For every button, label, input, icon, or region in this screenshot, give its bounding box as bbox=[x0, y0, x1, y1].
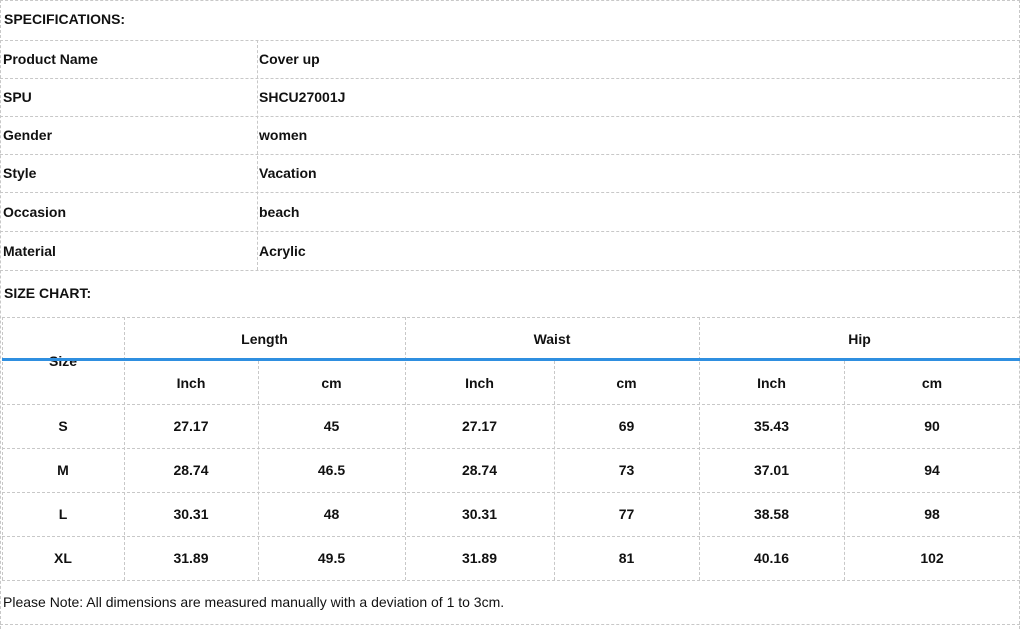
table-cell: 94 bbox=[924, 462, 940, 478]
spec-value-material: Acrylic bbox=[259, 243, 306, 259]
spec-value-style: Vacation bbox=[259, 165, 317, 181]
divider bbox=[0, 624, 1020, 625]
table-cell: 28.74 bbox=[173, 462, 209, 478]
divider bbox=[0, 231, 1020, 232]
spec-label-product-name: Product Name bbox=[3, 51, 98, 67]
table-cell: 81 bbox=[618, 550, 635, 566]
divider bbox=[0, 154, 1020, 155]
divider bbox=[2, 448, 1020, 449]
divider bbox=[2, 580, 1020, 581]
table-cell: 30.31 bbox=[173, 506, 209, 522]
unit-header: Inch bbox=[176, 375, 206, 391]
table-cell: 27.17 bbox=[173, 418, 209, 434]
table-cell: 45 bbox=[323, 418, 340, 434]
spec-value-spu: SHCU27001J bbox=[259, 89, 346, 105]
unit-header: cm bbox=[921, 375, 943, 391]
spec-label-style: Style bbox=[3, 165, 37, 181]
spec-value-occasion: beach bbox=[259, 204, 300, 220]
divider bbox=[1019, 0, 1020, 629]
divider bbox=[2, 317, 1020, 318]
size-cell: S bbox=[58, 418, 68, 434]
divider bbox=[0, 0, 1020, 1]
table-cell: 73 bbox=[618, 462, 635, 478]
table-cell: 90 bbox=[924, 418, 940, 434]
spec-value-gender: women bbox=[259, 127, 308, 143]
divider bbox=[0, 78, 1020, 79]
divider bbox=[0, 40, 1020, 41]
size-cell: L bbox=[58, 506, 68, 522]
spec-label-spu: SPU bbox=[3, 89, 32, 105]
divider bbox=[124, 317, 125, 580]
table-cell: 30.31 bbox=[461, 506, 498, 522]
table-cell: 35.43 bbox=[753, 418, 790, 434]
unit-header: cm bbox=[321, 375, 342, 391]
table-cell: 27.17 bbox=[461, 418, 498, 434]
group-header-hip: Hip bbox=[848, 331, 871, 347]
group-header-length: Length bbox=[241, 331, 288, 347]
divider bbox=[2, 536, 1020, 537]
table-cell: 49.5 bbox=[317, 550, 346, 566]
divider bbox=[2, 492, 1020, 493]
size-chart-heading: SIZE CHART: bbox=[4, 285, 92, 301]
spec-label-material: Material bbox=[3, 243, 56, 259]
size-column-header: Size bbox=[48, 353, 77, 369]
spec-value-product-name: Cover up bbox=[259, 51, 320, 67]
table-cell: 69 bbox=[618, 418, 635, 434]
table-cell: 37.01 bbox=[753, 462, 790, 478]
group-header-waist: Waist bbox=[533, 331, 571, 347]
spec-label-occasion: Occasion bbox=[3, 204, 67, 220]
table-cell: 38.58 bbox=[753, 506, 790, 522]
table-cell: 28.74 bbox=[461, 462, 498, 478]
divider bbox=[0, 116, 1020, 117]
table-cell: 77 bbox=[618, 506, 635, 522]
divider bbox=[2, 404, 1020, 405]
header-accent-bar bbox=[2, 358, 1020, 361]
size-cell: XL bbox=[54, 550, 72, 566]
divider bbox=[405, 317, 406, 580]
divider bbox=[257, 40, 258, 270]
unit-header: cm bbox=[616, 375, 637, 391]
divider bbox=[0, 0, 1, 629]
unit-header: Inch bbox=[757, 375, 786, 391]
divider bbox=[699, 317, 700, 580]
table-cell: 48 bbox=[323, 506, 340, 522]
size-cell: M bbox=[57, 462, 69, 478]
table-cell: 46.5 bbox=[317, 462, 346, 478]
measurement-note: Please Note: All dimensions are measured… bbox=[3, 594, 505, 610]
table-cell: 102 bbox=[920, 550, 944, 566]
table-cell: 98 bbox=[924, 506, 940, 522]
table-cell: 31.89 bbox=[173, 550, 209, 566]
table-cell: 40.16 bbox=[753, 550, 790, 566]
divider bbox=[0, 270, 1020, 271]
table-cell: 31.89 bbox=[461, 550, 498, 566]
unit-header: Inch bbox=[465, 375, 494, 391]
divider bbox=[0, 192, 1020, 193]
spec-label-gender: Gender bbox=[3, 127, 53, 143]
specifications-heading: SPECIFICATIONS: bbox=[4, 11, 126, 27]
